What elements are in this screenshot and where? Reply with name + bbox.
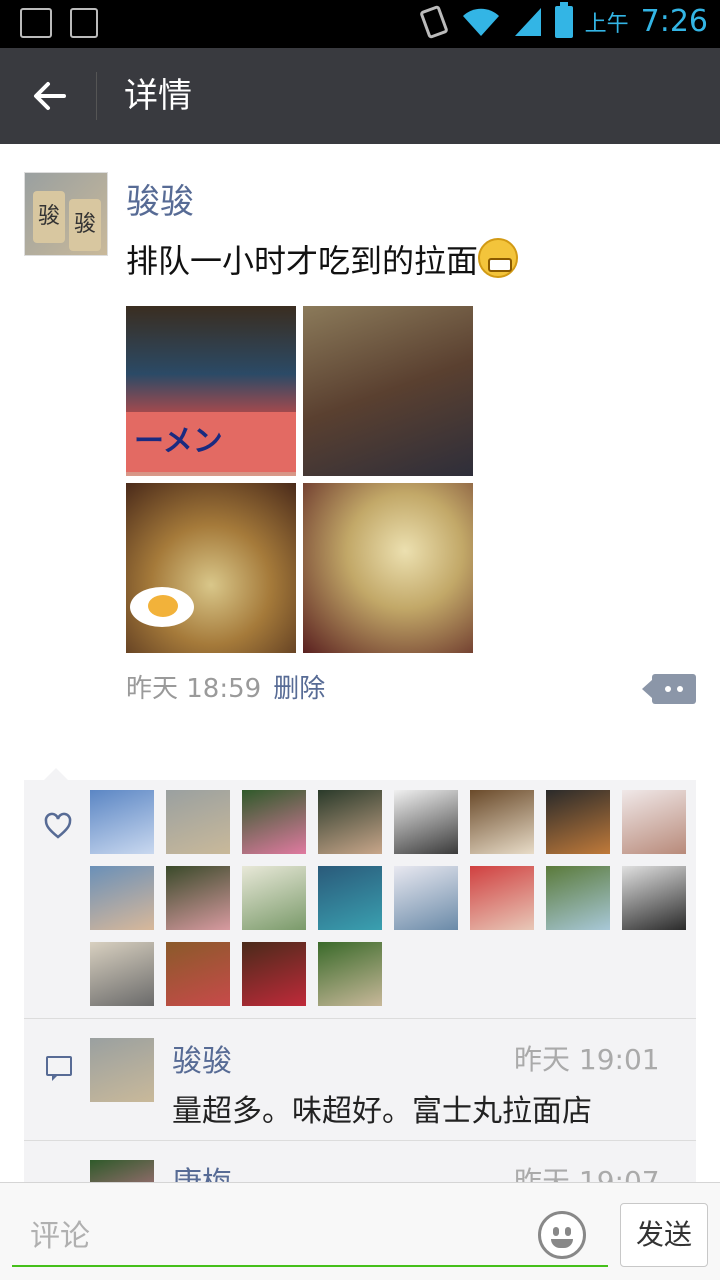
like-avatar[interactable] — [166, 866, 230, 930]
status-time: 7:26 — [640, 4, 708, 39]
comment-input-bar: 评论 发送 — [0, 1182, 720, 1280]
like-avatar[interactable] — [166, 790, 230, 854]
comment-placeholder: 评论 — [30, 1219, 90, 1254]
like-avatar[interactable] — [90, 942, 154, 1006]
like-avatar[interactable] — [318, 942, 382, 1006]
shop-sign-text: ーメン — [126, 412, 296, 472]
comment-time: 昨天 19:01 — [514, 1043, 660, 1076]
post-content: 排队一小时才吃到的拉面 — [126, 236, 519, 282]
like-avatar[interactable] — [90, 866, 154, 930]
post-photo-2[interactable] — [303, 306, 473, 476]
comment-more-icon[interactable] — [642, 674, 696, 704]
like-avatar[interactable] — [470, 790, 534, 854]
title-bar: 详情 — [0, 48, 720, 144]
photo-grid: ーメン — [126, 306, 476, 653]
comment-bubble-icon — [46, 1056, 72, 1081]
vibrate-icon — [419, 5, 448, 38]
arrow-left-icon[interactable] — [28, 74, 72, 118]
post-photo-1[interactable]: ーメン — [126, 306, 296, 476]
delete-link[interactable]: 删除 — [273, 674, 325, 704]
battery-icon — [554, 1, 573, 38]
like-avatar[interactable] — [318, 866, 382, 930]
comment-text: 量超多。味超好。富士丸拉面店 — [172, 1094, 592, 1129]
like-avatar[interactable] — [90, 790, 154, 854]
post-photo-4[interactable] — [303, 483, 473, 653]
send-button[interactable]: 发送 — [620, 1203, 708, 1267]
like-avatar[interactable] — [546, 866, 610, 930]
divider — [24, 1140, 696, 1141]
like-avatar[interactable] — [470, 866, 534, 930]
signal-icon — [514, 7, 541, 36]
like-avatar[interactable] — [242, 866, 306, 930]
post-photo-3[interactable] — [126, 483, 296, 653]
post-author-name[interactable]: 骏骏 — [126, 174, 194, 223]
comment-avatar[interactable] — [90, 1038, 154, 1102]
smiley-icon[interactable] — [538, 1211, 586, 1259]
gallery-icon — [20, 8, 52, 38]
like-avatar[interactable] — [622, 866, 686, 930]
post-author-avatar[interactable]: 骏 骏 — [24, 172, 108, 256]
title-divider — [96, 72, 97, 120]
like-avatar[interactable] — [394, 790, 458, 854]
comment-author[interactable]: 骏骏 — [172, 1036, 232, 1080]
like-avatar[interactable] — [166, 942, 230, 1006]
like-avatar[interactable] — [394, 866, 458, 930]
page-title: 详情 — [124, 76, 192, 116]
grin-emoji — [478, 238, 519, 278]
outlook-icon — [70, 8, 98, 38]
status-ampm: 上午 — [584, 11, 629, 37]
like-avatar[interactable] — [622, 790, 686, 854]
like-avatar[interactable] — [318, 790, 382, 854]
heart-icon — [44, 812, 72, 840]
wifi-icon — [462, 8, 499, 36]
post-text: 排队一小时才吃到的拉面 — [126, 242, 479, 280]
like-avatar[interactable] — [242, 942, 306, 1006]
comment-input[interactable]: 评论 — [12, 1197, 608, 1267]
like-avatar[interactable] — [546, 790, 610, 854]
like-avatar[interactable] — [242, 790, 306, 854]
post-meta: 昨天 18:59 删除 — [126, 668, 325, 705]
divider — [24, 1018, 696, 1019]
status-bar: 上午 7:26 — [0, 0, 720, 48]
post-time: 昨天 18:59 — [126, 674, 262, 704]
